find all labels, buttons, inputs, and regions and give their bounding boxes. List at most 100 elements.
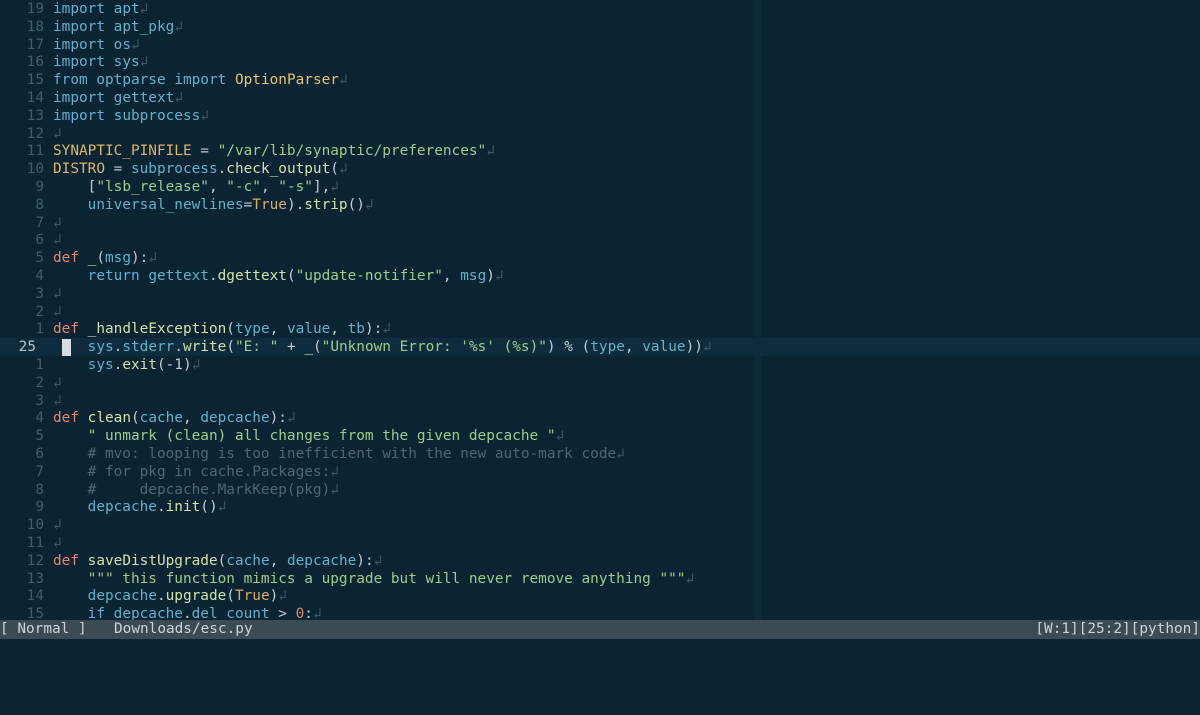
code-line[interactable]: 6 ↲ xyxy=(0,231,62,249)
line-number: 19 xyxy=(26,1,44,17)
eol-marker: ↲ xyxy=(130,36,140,53)
line-code: ↲ xyxy=(53,517,62,533)
eol-marker: ↲ xyxy=(330,481,339,498)
eol-marker: ↲ xyxy=(330,179,339,195)
eol-marker: ↲ xyxy=(286,410,296,427)
code-line[interactable]: 3 ↲ xyxy=(0,285,62,303)
eol-marker: ↲ xyxy=(139,1,149,17)
line-code: def _(msg):↲ xyxy=(53,250,158,267)
code-line[interactable]: 14 import gettext↲ xyxy=(0,89,183,107)
file-name: Downloads/esc.py xyxy=(114,621,253,637)
eol-marker: ↲ xyxy=(364,196,374,213)
code-line[interactable]: 7 ↲ xyxy=(0,214,62,232)
line-number: 8 xyxy=(35,196,44,213)
line-code: def _handleException(type, value, tb):↲ xyxy=(53,321,391,338)
code-line[interactable]: 8 universal_newlines=True).strip()↲ xyxy=(0,196,374,214)
line-code: ↲ xyxy=(53,393,62,409)
status-bar: [ Normal ] Downloads/esc.py [W:1][25:2][… xyxy=(0,620,1200,654)
line-code: return gettext.dgettext("update-notifier… xyxy=(87,268,504,284)
line-code: import apt↲ xyxy=(53,1,149,17)
code-line[interactable]: 15 if depcache.del_count > 0:↲ xyxy=(0,605,322,620)
mode-indicator: [ Normal ] xyxy=(0,621,87,637)
eol-marker: ↲ xyxy=(53,392,62,409)
eol-marker: ↲ xyxy=(53,517,62,534)
eol-marker: ↲ xyxy=(217,499,227,516)
code-line[interactable]: 17 import os↲ xyxy=(0,36,140,54)
code-line[interactable]: 18 import apt_pkg↲ xyxy=(0,18,183,36)
line-number: 9 xyxy=(35,179,44,195)
line-code: SYNAPTIC_PINFILE = "/var/lib/synaptic/pr… xyxy=(53,143,495,160)
eol-marker: ↲ xyxy=(53,535,62,551)
code-line[interactable]: 1 def _handleException(type, value, tb):↲ xyxy=(0,320,391,338)
line-number: 5 xyxy=(35,250,44,267)
line-number: 16 xyxy=(26,54,44,71)
code-line[interactable]: 8 # depcache.MarkKeep(pkg)↲ xyxy=(0,481,339,499)
code-line[interactable]: 11 SYNAPTIC_PINFILE = "/var/lib/synaptic/… xyxy=(0,142,495,160)
code-line[interactable]: 15 from optparse import OptionParser↲ xyxy=(0,71,348,89)
code-line[interactable]: 13 import subprocess↲ xyxy=(0,107,209,125)
command-line[interactable] xyxy=(0,639,1200,670)
code-line[interactable]: 12 def saveDistUpgrade(cache, depcache):↲ xyxy=(0,552,383,570)
line-code: def saveDistUpgrade(cache, depcache):↲ xyxy=(53,552,383,569)
eol-marker: ↲ xyxy=(53,285,62,302)
eol-marker: ↲ xyxy=(702,339,712,356)
line-number: 12 xyxy=(26,125,44,142)
eol-marker: ↲ xyxy=(53,374,62,391)
color-column xyxy=(754,0,761,620)
eol-marker: ↲ xyxy=(685,570,695,587)
eol-marker: ↲ xyxy=(338,161,348,178)
line-code: DISTRO = subprocess.check_output(↲ xyxy=(53,161,348,178)
code-line[interactable]: 13 """ this function mimics a upgrade bu… xyxy=(0,570,694,588)
line-code: depcache.upgrade(True)↲ xyxy=(87,588,287,605)
code-line[interactable]: 11 ↲ xyxy=(0,534,62,552)
code-line[interactable]: 19 import apt↲ xyxy=(0,0,149,18)
code-line[interactable]: 6 # mvo: looping is too inefficient with… xyxy=(0,445,625,463)
line-number: 10 xyxy=(26,161,44,178)
line-code: if depcache.del_count > 0:↲ xyxy=(53,606,322,620)
line-number: 18 xyxy=(26,18,44,35)
code-line[interactable]: 1 sys.exit(-1)↲ xyxy=(0,356,200,374)
line-number: 8 xyxy=(35,481,44,498)
eol-marker: ↲ xyxy=(330,463,339,480)
code-line[interactable]: 9 ["lsb_release", "-c", "-s"],↲ xyxy=(0,178,339,196)
code-line[interactable]: 5 " unmark (clean) all changes from the … xyxy=(0,427,564,445)
line-number: 14 xyxy=(26,90,44,106)
code-line[interactable]: 10 DISTRO = subprocess.check_output(↲ xyxy=(0,160,348,178)
line-number: 1 xyxy=(35,321,44,338)
code-line[interactable]: 4 return gettext.dgettext("update-notifi… xyxy=(0,267,504,285)
line-number: 5 xyxy=(35,428,44,445)
code-line[interactable]: 2 ↲ xyxy=(0,303,61,321)
current-code-line[interactable]: 25 sys.stderr.write("E: " + _("Unknown E… xyxy=(0,338,712,356)
line-code: ↲ xyxy=(53,535,62,551)
code-line[interactable]: 7 # for pkg in cache.Packages:↲ xyxy=(0,463,339,481)
line-code: sys.stderr.write("E: " + _("Unknown Erro… xyxy=(87,339,712,356)
code-line[interactable]: 16 import sys↲ xyxy=(0,53,149,71)
line-number: 7 xyxy=(35,463,44,480)
line-number: 25 xyxy=(18,339,36,356)
eol-marker: ↲ xyxy=(139,54,149,71)
line-number: 9 xyxy=(35,499,44,516)
line-code: ↲ xyxy=(53,215,62,231)
code-line[interactable]: 12 ↲ xyxy=(0,125,62,143)
eol-marker: ↲ xyxy=(148,250,158,267)
line-number: 4 xyxy=(35,268,44,284)
code-line[interactable]: 2 ↲ xyxy=(0,374,62,392)
eol-marker: ↲ xyxy=(486,143,495,160)
line-number: 3 xyxy=(35,285,44,302)
eol-marker: ↲ xyxy=(494,268,504,284)
eol-marker: ↲ xyxy=(373,552,383,569)
eol-marker: ↲ xyxy=(616,446,625,462)
line-number: 14 xyxy=(26,588,44,605)
line-code: """ this function mimics a upgrade but w… xyxy=(87,570,695,587)
code-line[interactable]: 5 def _(msg):↲ xyxy=(0,249,157,267)
line-code: ↲ xyxy=(53,126,62,142)
code-line[interactable]: 4 def clean(cache, depcache):↲ xyxy=(0,409,296,427)
code-line[interactable]: 14 depcache.upgrade(True)↲ xyxy=(0,587,287,605)
code-line[interactable]: 3 ↲ xyxy=(0,392,62,410)
code-line[interactable]: 9 depcache.init()↲ xyxy=(0,498,226,516)
line-code: " unmark (clean) all changes from the gi… xyxy=(87,428,565,445)
eol-marker: ↲ xyxy=(53,232,62,249)
code-line[interactable]: 10 ↲ xyxy=(0,516,62,534)
line-code: import apt_pkg↲ xyxy=(53,18,183,35)
editor-pane[interactable]: 19 import apt↲ 18 import apt_pkg↲ 17 import o… xyxy=(0,0,1200,620)
